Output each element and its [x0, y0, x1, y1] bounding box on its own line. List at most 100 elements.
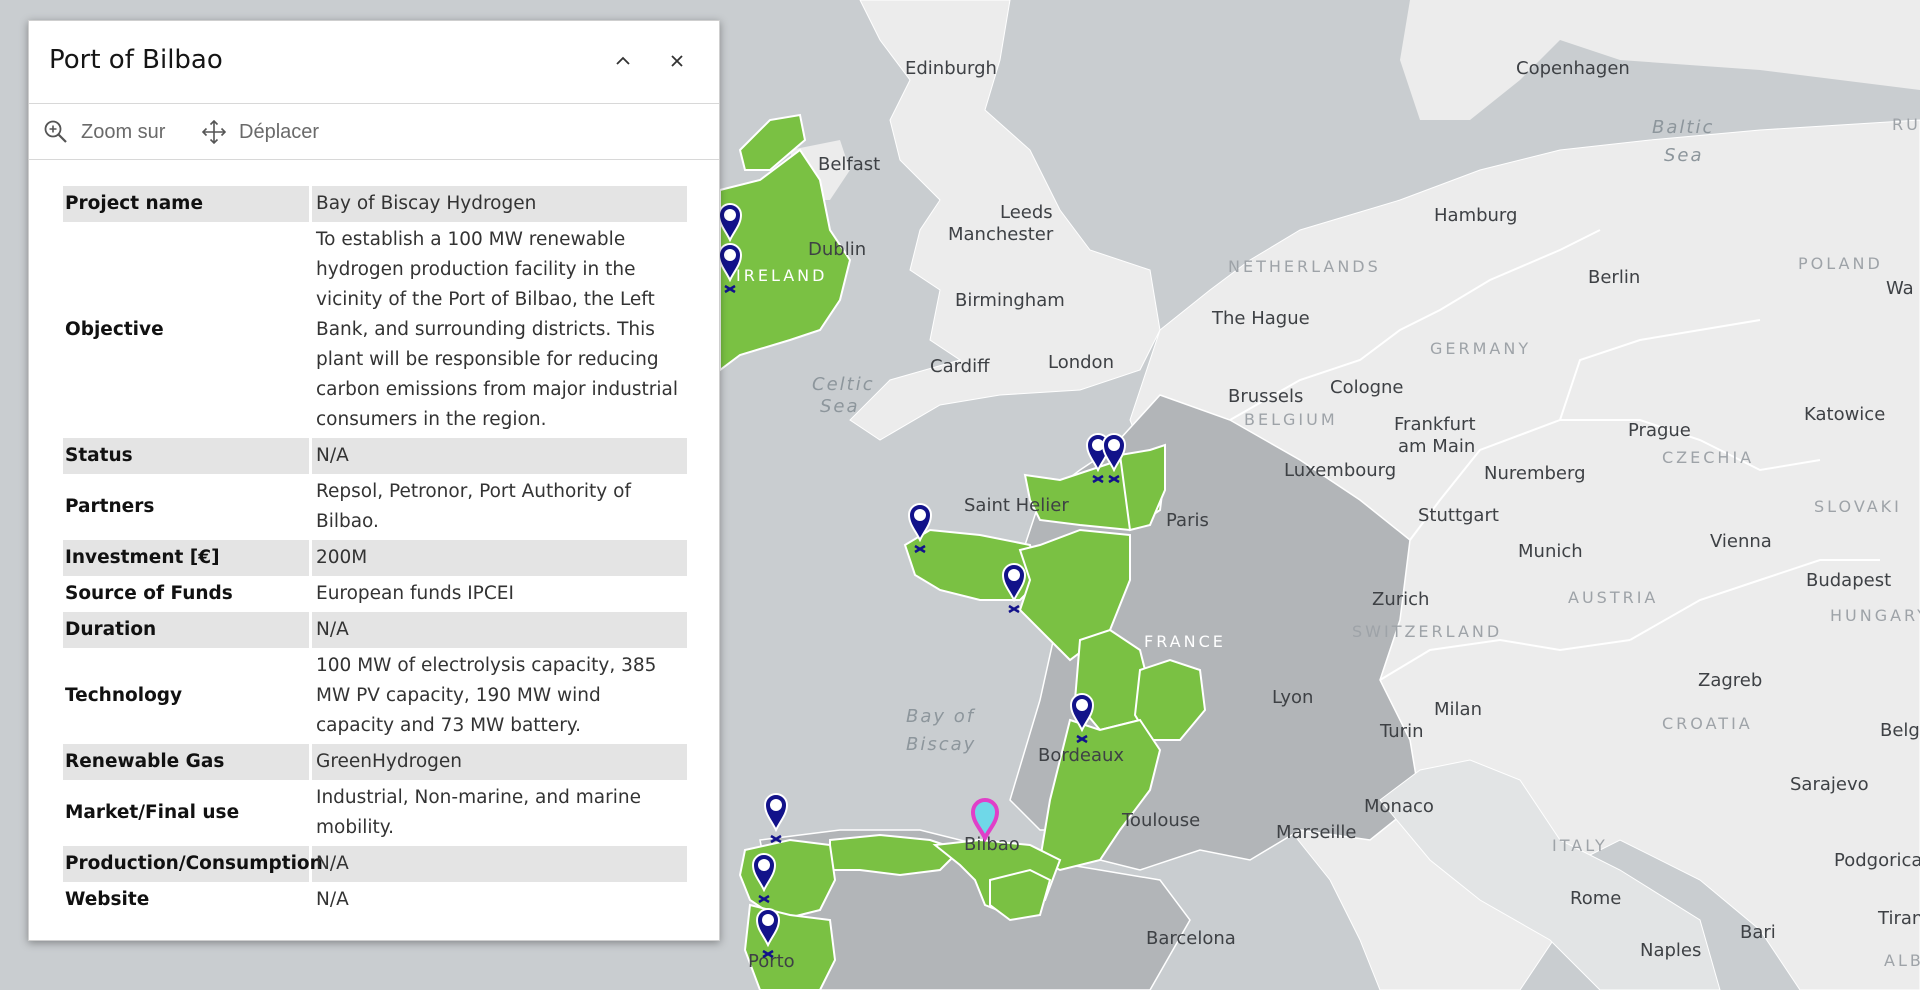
- country-label-poland: POLAND: [1798, 254, 1883, 273]
- attribute-value: Repsol, Petronor, Port Authority of Bilb…: [309, 474, 687, 540]
- city-label-rome: Rome: [1570, 888, 1621, 909]
- country-label-ru: RU: [1892, 115, 1920, 134]
- city-label-barcelona: Barcelona: [1146, 928, 1236, 949]
- attribute-row: Technology 100 MW of electrolysis capacit…: [63, 648, 687, 744]
- sea-label-biscay-line2: Biscay: [906, 734, 976, 755]
- city-label-copenhagen: Copenhagen: [1516, 58, 1630, 79]
- attribute-key: Objective: [65, 319, 164, 340]
- country-label-slovakia: SLOVAKI: [1814, 497, 1902, 516]
- move-button[interactable]: Déplacer: [201, 117, 319, 147]
- city-label-tirana: Tirana: [1877, 908, 1920, 929]
- city-label-the-hague: The Hague: [1211, 308, 1310, 329]
- city-label-bordeaux: Bordeaux: [1038, 745, 1124, 766]
- attribute-key: Partners: [65, 496, 155, 517]
- city-label-milan: Milan: [1434, 699, 1482, 720]
- city-label-manchester: Manchester: [948, 224, 1054, 245]
- attribute-value: GreenHydrogen: [309, 744, 687, 780]
- city-label-luxembourg: Luxembourg: [1284, 460, 1396, 481]
- close-button[interactable]: [659, 43, 695, 79]
- city-label-london: London: [1048, 352, 1114, 373]
- attribute-key: Website: [65, 889, 150, 910]
- city-label-wa: Wa: [1886, 278, 1914, 299]
- attribute-value: Bay of Biscay Hydrogen: [309, 186, 687, 222]
- attribute-value: N/A: [309, 612, 687, 648]
- country-label-czechia: CZECHIA: [1662, 448, 1754, 467]
- city-label-munich: Munich: [1518, 541, 1583, 562]
- city-label-zurich: Zurich: [1372, 589, 1429, 610]
- collapse-button[interactable]: [605, 43, 641, 79]
- city-label-sarajevo: Sarajevo: [1790, 774, 1869, 795]
- city-label-birmingham: Birmingham: [955, 290, 1065, 311]
- city-label-cologne: Cologne: [1330, 377, 1404, 398]
- city-label-marseille: Marseille: [1276, 822, 1357, 843]
- city-label-saint-helier: Saint Helier: [964, 495, 1069, 516]
- country-label-croatia: CROATIA: [1662, 714, 1753, 733]
- country-label-hungary: HUNGARY: [1830, 606, 1920, 625]
- city-label-dublin: Dublin: [808, 239, 866, 260]
- attribute-key: Source of Funds: [65, 583, 233, 604]
- city-label-prague: Prague: [1628, 420, 1691, 441]
- zoom-in-icon: [44, 120, 67, 143]
- zoom-to-label: Zoom sur: [81, 120, 166, 143]
- attribute-value: N/A: [309, 846, 687, 882]
- navarra-region[interactable]: [989, 868, 1052, 922]
- attribute-value: To establish a 100 MW renewable hydrogen…: [309, 222, 687, 438]
- attribute-row: Source of Funds European funds IPCEI: [63, 576, 687, 612]
- city-label-katowice: Katowice: [1804, 404, 1885, 425]
- attribute-value: N/A: [309, 438, 687, 474]
- attribute-row: Investment [€] 200M: [63, 540, 687, 576]
- city-label-belfast: Belfast: [818, 154, 880, 175]
- attribute-key: Duration: [63, 612, 311, 648]
- city-label-toulouse: Toulouse: [1121, 810, 1200, 831]
- sea-label-celtic-line2: Sea: [820, 396, 860, 417]
- city-label-berlin: Berlin: [1588, 267, 1640, 288]
- city-label-brussels: Brussels: [1228, 386, 1303, 407]
- popup-toolbar: Zoom sur Déplacer: [29, 103, 719, 160]
- city-label-porto: Porto: [748, 951, 795, 972]
- country-label-france: FRANCE: [1144, 632, 1226, 651]
- attribute-row: Partners Repsol, Petronor, Port Authority…: [63, 474, 687, 540]
- popup-header: Port of Bilbao: [29, 21, 719, 104]
- city-label-leeds: Leeds: [1000, 202, 1053, 223]
- feature-popup: Port of Bilbao Zoom sur Déplacer Project…: [28, 20, 720, 941]
- city-label-podgorica: Podgorica: [1834, 850, 1920, 871]
- city-label-hamburg: Hamburg: [1434, 205, 1517, 226]
- move-icon: [201, 119, 227, 145]
- city-label-nuremberg: Nuremberg: [1484, 463, 1586, 484]
- sea-label-celtic-line1: Celtic: [812, 374, 875, 395]
- attribute-key: Investment [€]: [63, 540, 311, 576]
- move-label: Déplacer: [239, 120, 320, 143]
- attribute-row: Duration N/A: [63, 612, 687, 648]
- attribute-row: Renewable Gas GreenHydrogen: [63, 744, 687, 780]
- city-label-vienna: Vienna: [1710, 531, 1772, 552]
- country-label-italy: ITALY: [1552, 836, 1608, 855]
- zoom-to-button[interactable]: Zoom sur: [43, 117, 165, 147]
- city-label-paris: Paris: [1166, 510, 1209, 531]
- popup-title: Port of Bilbao: [49, 45, 223, 75]
- attribute-row: Project name Bay of Biscay Hydrogen: [63, 186, 687, 222]
- country-label-belgium: BELGIUM: [1244, 410, 1338, 429]
- attribute-value: 100 MW of electrolysis capacity, 385 MW …: [309, 648, 687, 744]
- close-icon: [671, 55, 683, 67]
- city-label-frankfurt-line2: am Main: [1398, 436, 1475, 457]
- chevron-up-icon: [616, 56, 630, 65]
- city-label-cardiff: Cardiff: [930, 356, 990, 377]
- sea-label-biscay-line1: Bay of: [906, 706, 976, 727]
- attribute-table: Project name Bay of Biscay Hydrogen Object…: [63, 186, 687, 918]
- city-label-frankfurt: Frankfurt: [1394, 414, 1476, 435]
- country-label-germany: GERMANY: [1430, 339, 1531, 358]
- attribute-key: Status: [63, 438, 311, 474]
- country-label-albania: ALBA: [1884, 951, 1920, 970]
- attribute-key: Technology: [65, 685, 183, 706]
- city-label-turin: Turin: [1379, 721, 1423, 742]
- city-label-edinburgh: Edinburgh: [905, 58, 997, 79]
- attribute-value: European funds IPCEI: [309, 576, 687, 612]
- attribute-value: Industrial, Non-marine, and marine mobil…: [309, 780, 687, 846]
- city-label-naples: Naples: [1640, 940, 1701, 961]
- attribute-row: Objective To establish a 100 MW renewable…: [63, 222, 687, 438]
- attribute-row: Status N/A: [63, 438, 687, 474]
- city-label-belg: Belg: [1880, 720, 1920, 741]
- city-label-bari: Bari: [1740, 922, 1776, 943]
- country-label-switzerland: SWITZERLAND: [1352, 622, 1502, 641]
- city-label-stuttgart: Stuttgart: [1418, 505, 1499, 526]
